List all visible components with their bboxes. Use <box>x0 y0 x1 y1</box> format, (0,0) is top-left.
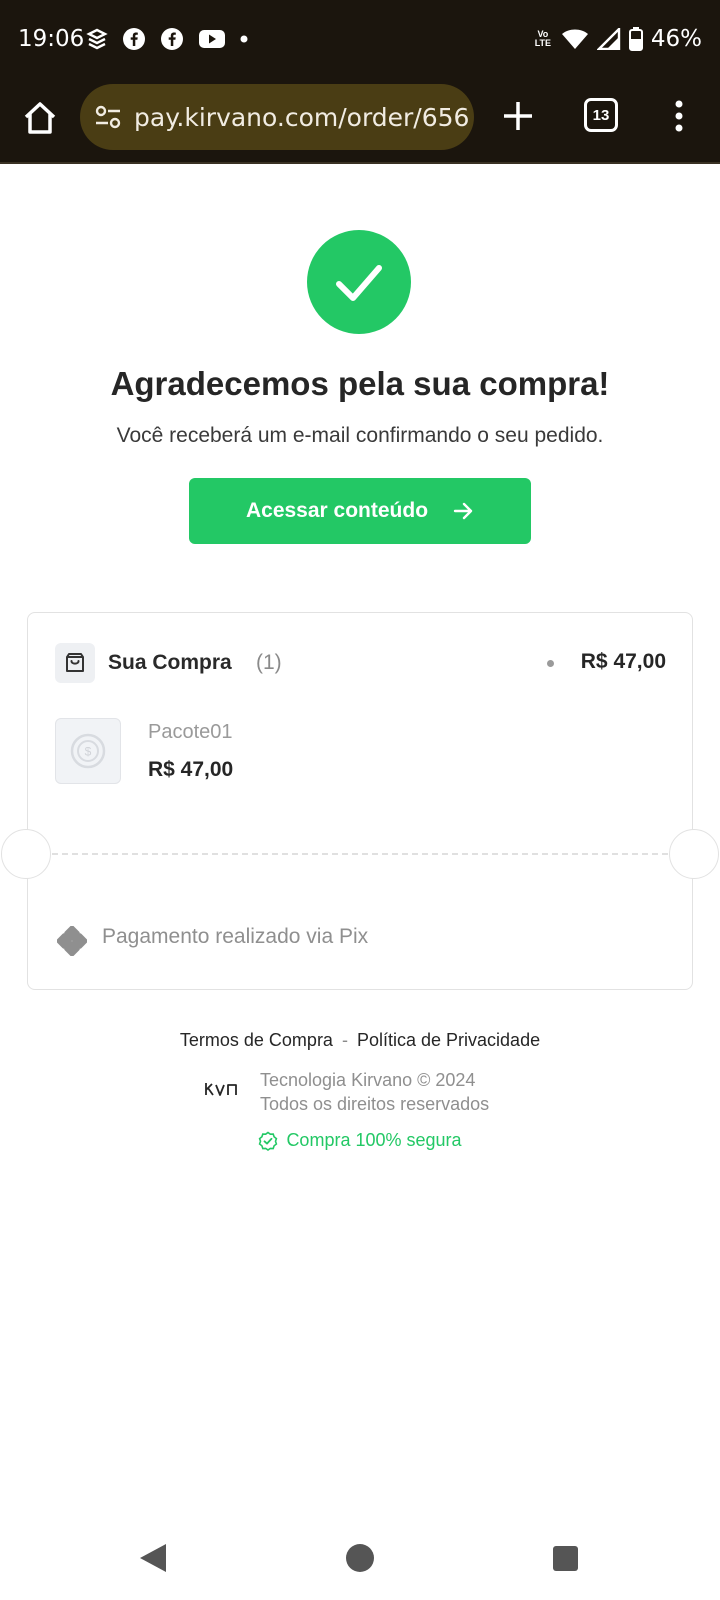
separator-dot <box>547 660 554 667</box>
access-content-label: Acessar conteúdo <box>245 499 429 522</box>
recents-icon[interactable] <box>553 1546 578 1571</box>
company-rights: Todos os direitos reservados <box>260 1094 490 1114</box>
payment-method-text: Pagamento realizado via Pix <box>102 925 369 948</box>
browser-chrome: 19:06 Vo LTE 46% pay.kirvano.com/order/6… <box>0 0 720 164</box>
access-content-button[interactable]: Acessar conteúdo <box>189 478 531 544</box>
battery-percentage: 46% <box>650 26 702 52</box>
dot-icon <box>240 35 248 43</box>
footer-links: Termos de Compra - Política de Privacida… <box>0 1030 720 1051</box>
browser-toolbar: pay.kirvano.com/order/656 13 <box>0 84 720 162</box>
youtube-icon <box>199 30 225 48</box>
home-icon[interactable] <box>20 98 60 138</box>
success-badge <box>307 230 411 334</box>
secure-purchase-badge: Compra 100% segura <box>0 1130 720 1151</box>
status-bar: 19:06 Vo LTE 46% <box>0 0 720 84</box>
coin-icon: $ <box>70 733 106 769</box>
purchase-count: (1) <box>256 651 282 674</box>
new-tab-icon[interactable] <box>498 96 538 136</box>
shopping-bag-icon <box>55 643 95 683</box>
system-status-icons: Vo LTE 46% <box>533 26 702 52</box>
order-summary-card: Sua Compra (1) R$ 47,00 $ Pacote01 R$ 47… <box>1 612 719 990</box>
facebook-icon <box>161 28 183 50</box>
url-text[interactable]: pay.kirvano.com/order/656 <box>134 103 469 132</box>
tab-switcher-button[interactable]: 13 <box>584 98 618 132</box>
footer-separator: - <box>341 1030 348 1050</box>
signal-icon <box>596 28 621 50</box>
pix-icon <box>57 926 87 956</box>
status-time: 19:06 <box>18 26 85 52</box>
kirvano-logo <box>204 1081 246 1102</box>
page-title: Agradecemos pela sua compra! <box>110 365 610 402</box>
company-copyright: Tecnologia Kirvano © 2024 <box>260 1070 476 1090</box>
more-options-icon[interactable] <box>664 96 694 136</box>
product-name: Pacote01 <box>148 721 233 743</box>
back-icon[interactable] <box>140 1544 166 1572</box>
product-price: R$ 47,00 <box>148 758 234 781</box>
wifi-icon <box>561 29 588 49</box>
verified-badge-icon <box>259 1131 278 1151</box>
facebook-icon <box>123 28 145 50</box>
address-bar[interactable]: pay.kirvano.com/order/656 <box>80 84 474 150</box>
order-total: R$ 47,00 <box>580 650 666 673</box>
check-icon <box>336 265 382 301</box>
terms-link[interactable]: Termos de Compra <box>180 1030 333 1050</box>
arrow-right-icon <box>453 502 473 520</box>
privacy-link[interactable]: Política de Privacidade <box>357 1030 540 1050</box>
product-thumbnail: $ <box>55 718 121 784</box>
dashed-divider <box>52 853 668 855</box>
stack-icon <box>86 28 108 50</box>
site-settings-icon[interactable] <box>94 103 122 131</box>
svg-text:$: $ <box>85 745 92 759</box>
company-info: Tecnologia Kirvano © 2024 Todos os direi… <box>260 1068 489 1116</box>
secure-purchase-text: Compra 100% segura <box>286 1130 462 1150</box>
purchase-label: Sua Compra <box>108 651 232 674</box>
page-subtitle: Você receberá um e-mail confirmando o se… <box>116 424 604 447</box>
ticket-notch-right <box>669 829 719 879</box>
volte-indicator: Vo LTE <box>534 29 552 48</box>
notification-icons <box>86 27 248 51</box>
battery-icon <box>628 27 643 51</box>
ticket-notch-left <box>1 829 51 879</box>
home-nav-icon[interactable] <box>346 1544 374 1572</box>
